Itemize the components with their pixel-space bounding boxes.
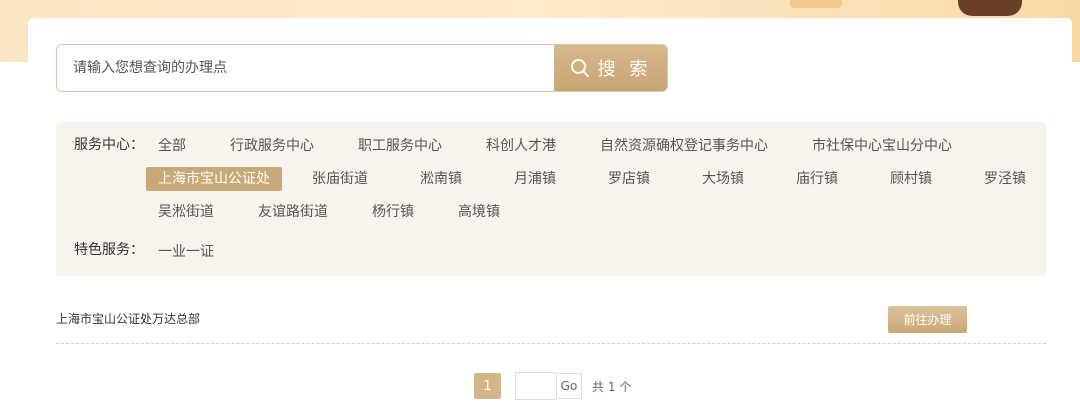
filter-chip-songnan[interactable]: 淞南镇: [408, 167, 474, 191]
filter-chip-one-license[interactable]: 一业一证: [146, 240, 226, 264]
banner-decoration: [790, 0, 842, 8]
service-center-row-1: 全部 行政服务中心 职工服务中心 科创人才港 自然资源确权登记事务中心 市社保中…: [146, 134, 964, 158]
special-service-row: 一业一证: [146, 240, 226, 264]
filter-chip-talent-port[interactable]: 科创人才港: [474, 134, 568, 158]
search-input[interactable]: [57, 45, 554, 91]
filter-chip-wusong[interactable]: 吴淞街道: [146, 200, 226, 224]
total-count-text: 共 1 个: [592, 379, 632, 394]
search-button-label: 搜 索: [597, 59, 652, 80]
special-service-label: 特色服务：: [74, 242, 144, 258]
goto-handle-button[interactable]: 前往办理: [888, 306, 967, 333]
result-item-name: 上海市宝山公证处万达总部: [56, 312, 201, 326]
service-center-row-2: 上海市宝山公证处 张庙街道 淞南镇 月浦镇 罗店镇 大场镇 庙行镇 顾村镇 罗泾…: [146, 167, 1038, 191]
banner-illustration: [958, 0, 1022, 16]
filter-chip-social-security[interactable]: 市社保中心宝山分中心: [800, 134, 964, 158]
filter-chip-luojing[interactable]: 罗泾镇: [972, 167, 1038, 191]
filter-chip-all[interactable]: 全部: [146, 134, 198, 158]
filter-chip-admin-center[interactable]: 行政服务中心: [218, 134, 326, 158]
search-button[interactable]: 搜 索: [554, 45, 667, 91]
page-go-button[interactable]: Go: [556, 373, 582, 399]
filter-chip-gaojing[interactable]: 高境镇: [446, 200, 512, 224]
service-center-row-3: 吴淞街道 友谊路街道 杨行镇 高境镇: [146, 200, 512, 224]
page-jump-input[interactable]: [515, 372, 556, 400]
search-bar: 搜 索: [56, 44, 668, 92]
filter-panel: 服务中心： 全部 行政服务中心 职工服务中心 科创人才港 自然资源确权登记事务中…: [56, 122, 1046, 276]
filter-chip-gucun[interactable]: 顾村镇: [878, 167, 944, 191]
filter-chip-zhangmiao[interactable]: 张庙街道: [300, 167, 380, 191]
filter-chip-staff-center[interactable]: 职工服务中心: [346, 134, 454, 158]
filter-chip-notary-office[interactable]: 上海市宝山公证处: [146, 167, 282, 191]
filter-chip-natural-resources[interactable]: 自然资源确权登记事务中心: [588, 134, 780, 158]
filter-chip-luodian[interactable]: 罗店镇: [596, 167, 662, 191]
result-divider: [56, 343, 1046, 344]
search-icon: [570, 58, 590, 78]
filter-chip-yuepu[interactable]: 月浦镇: [502, 167, 568, 191]
filter-chip-dachang[interactable]: 大场镇: [690, 167, 756, 191]
filter-chip-youyilu[interactable]: 友谊路街道: [246, 200, 340, 224]
filter-chip-yanghang[interactable]: 杨行镇: [360, 200, 426, 224]
pagination: 1 Go 共 1 个: [474, 372, 631, 400]
page-number-current[interactable]: 1: [474, 373, 501, 399]
service-center-label: 服务中心：: [74, 137, 144, 153]
filter-chip-miaohang[interactable]: 庙行镇: [784, 167, 850, 191]
